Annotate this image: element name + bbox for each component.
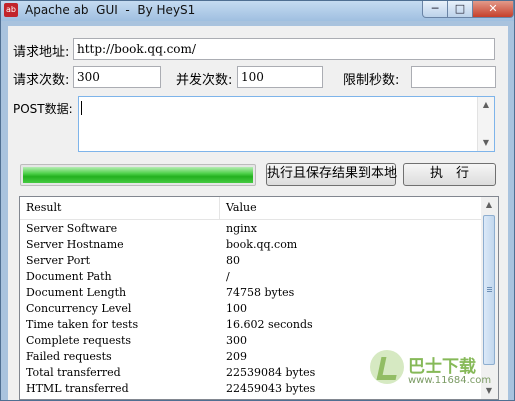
run-and-save-button[interactable]: 执行且保存结果到本地: [266, 163, 397, 186]
column-header-value[interactable]: Value: [220, 197, 482, 219]
result-value: 16.602 seconds: [226, 318, 313, 331]
grip-line: [487, 287, 492, 288]
table-row[interactable]: Document Path /: [20, 269, 482, 285]
title-bar[interactable]: ab Apache ab GUI - By HeyS1 ─ □ ✕: [1, 1, 514, 21]
post-data-textarea[interactable]: ▲ ▼: [78, 96, 495, 152]
text-caret: [81, 101, 82, 115]
app-window: ab Apache ab GUI - By HeyS1 ─ □ ✕ 请求地址: …: [0, 0, 515, 401]
scroll-up-arrow-icon[interactable]: ▲: [478, 97, 494, 113]
result-name: Total transferred: [26, 366, 121, 379]
table-row[interactable]: Server Port 80: [20, 253, 482, 269]
result-name: Server Port: [26, 254, 91, 267]
result-value: /: [226, 270, 230, 283]
table-row[interactable]: Complete requests 300: [20, 333, 482, 349]
result-value: 209: [226, 350, 247, 363]
post-data-scrollbar[interactable]: ▲ ▼: [477, 97, 494, 151]
concurrency-input[interactable]: 100: [237, 66, 323, 88]
result-value: nginx: [226, 222, 257, 235]
url-input[interactable]: http://book.qq.com/: [73, 38, 495, 60]
table-row[interactable]: Time taken for tests 16.602 seconds: [20, 317, 482, 333]
result-value: 22539084 bytes: [226, 366, 316, 379]
main-panel: 请求地址: http://book.qq.com/ 请求次数: 300 并发次数…: [8, 26, 508, 400]
result-value: 74758 bytes: [226, 286, 295, 299]
site-watermark: 巴士下载 www.11684.com: [368, 350, 508, 394]
progress-bar: [20, 164, 256, 186]
time-limit-label: 限制秒数:: [343, 73, 400, 88]
result-name: HTML transferred: [26, 382, 129, 395]
maximize-button[interactable]: □: [447, 1, 473, 18]
result-value: 300: [226, 334, 247, 347]
result-name: Server Hostname: [26, 238, 124, 251]
table-row[interactable]: Document Length 74758 bytes: [20, 285, 482, 301]
app-icon: ab: [4, 3, 18, 17]
requests-input[interactable]: 300: [73, 66, 161, 88]
result-name: Time taken for tests: [26, 318, 139, 331]
result-value: 22459043 bytes: [226, 382, 316, 395]
close-button[interactable]: ✕: [472, 1, 514, 18]
scroll-up-arrow-icon[interactable]: ▲: [481, 197, 497, 213]
result-name: Document Path: [26, 270, 112, 283]
scrollbar-thumb[interactable]: [483, 215, 495, 365]
result-name: Failed requests: [26, 350, 112, 363]
minimize-button[interactable]: ─: [422, 1, 448, 18]
table-row[interactable]: Server Software nginx: [20, 221, 482, 237]
concurrency-label: 并发次数:: [176, 73, 233, 88]
grip-line: [487, 291, 492, 292]
column-header-result[interactable]: Result: [20, 197, 220, 219]
post-label: POST数据:: [13, 102, 73, 116]
watermark-url: www.11684.com: [408, 375, 492, 386]
result-value: 100: [226, 302, 247, 315]
result-name: Complete requests: [26, 334, 132, 347]
bus-logo-icon: [370, 350, 404, 384]
scroll-down-arrow-icon[interactable]: ▼: [478, 135, 494, 151]
table-row[interactable]: Server Hostname book.qq.com: [20, 237, 482, 253]
progress-fill: [23, 167, 253, 183]
watermark-brand: 巴士下载: [408, 357, 476, 377]
result-name: Document Length: [26, 286, 127, 299]
url-label: 请求地址:: [13, 45, 70, 60]
result-value: book.qq.com: [226, 238, 298, 251]
table-row[interactable]: Concurrency Level 100: [20, 301, 482, 317]
time-limit-input[interactable]: [411, 66, 496, 88]
result-name: Concurrency Level: [26, 302, 132, 315]
result-name: Server Software: [26, 222, 118, 235]
grip-line: [487, 289, 492, 290]
window-title: Apache ab GUI - By HeyS1: [25, 3, 196, 17]
results-header: Result Value: [20, 197, 482, 220]
run-button[interactable]: 执 行: [403, 163, 496, 186]
requests-label: 请求次数:: [13, 73, 70, 88]
result-value: 80: [226, 254, 240, 267]
